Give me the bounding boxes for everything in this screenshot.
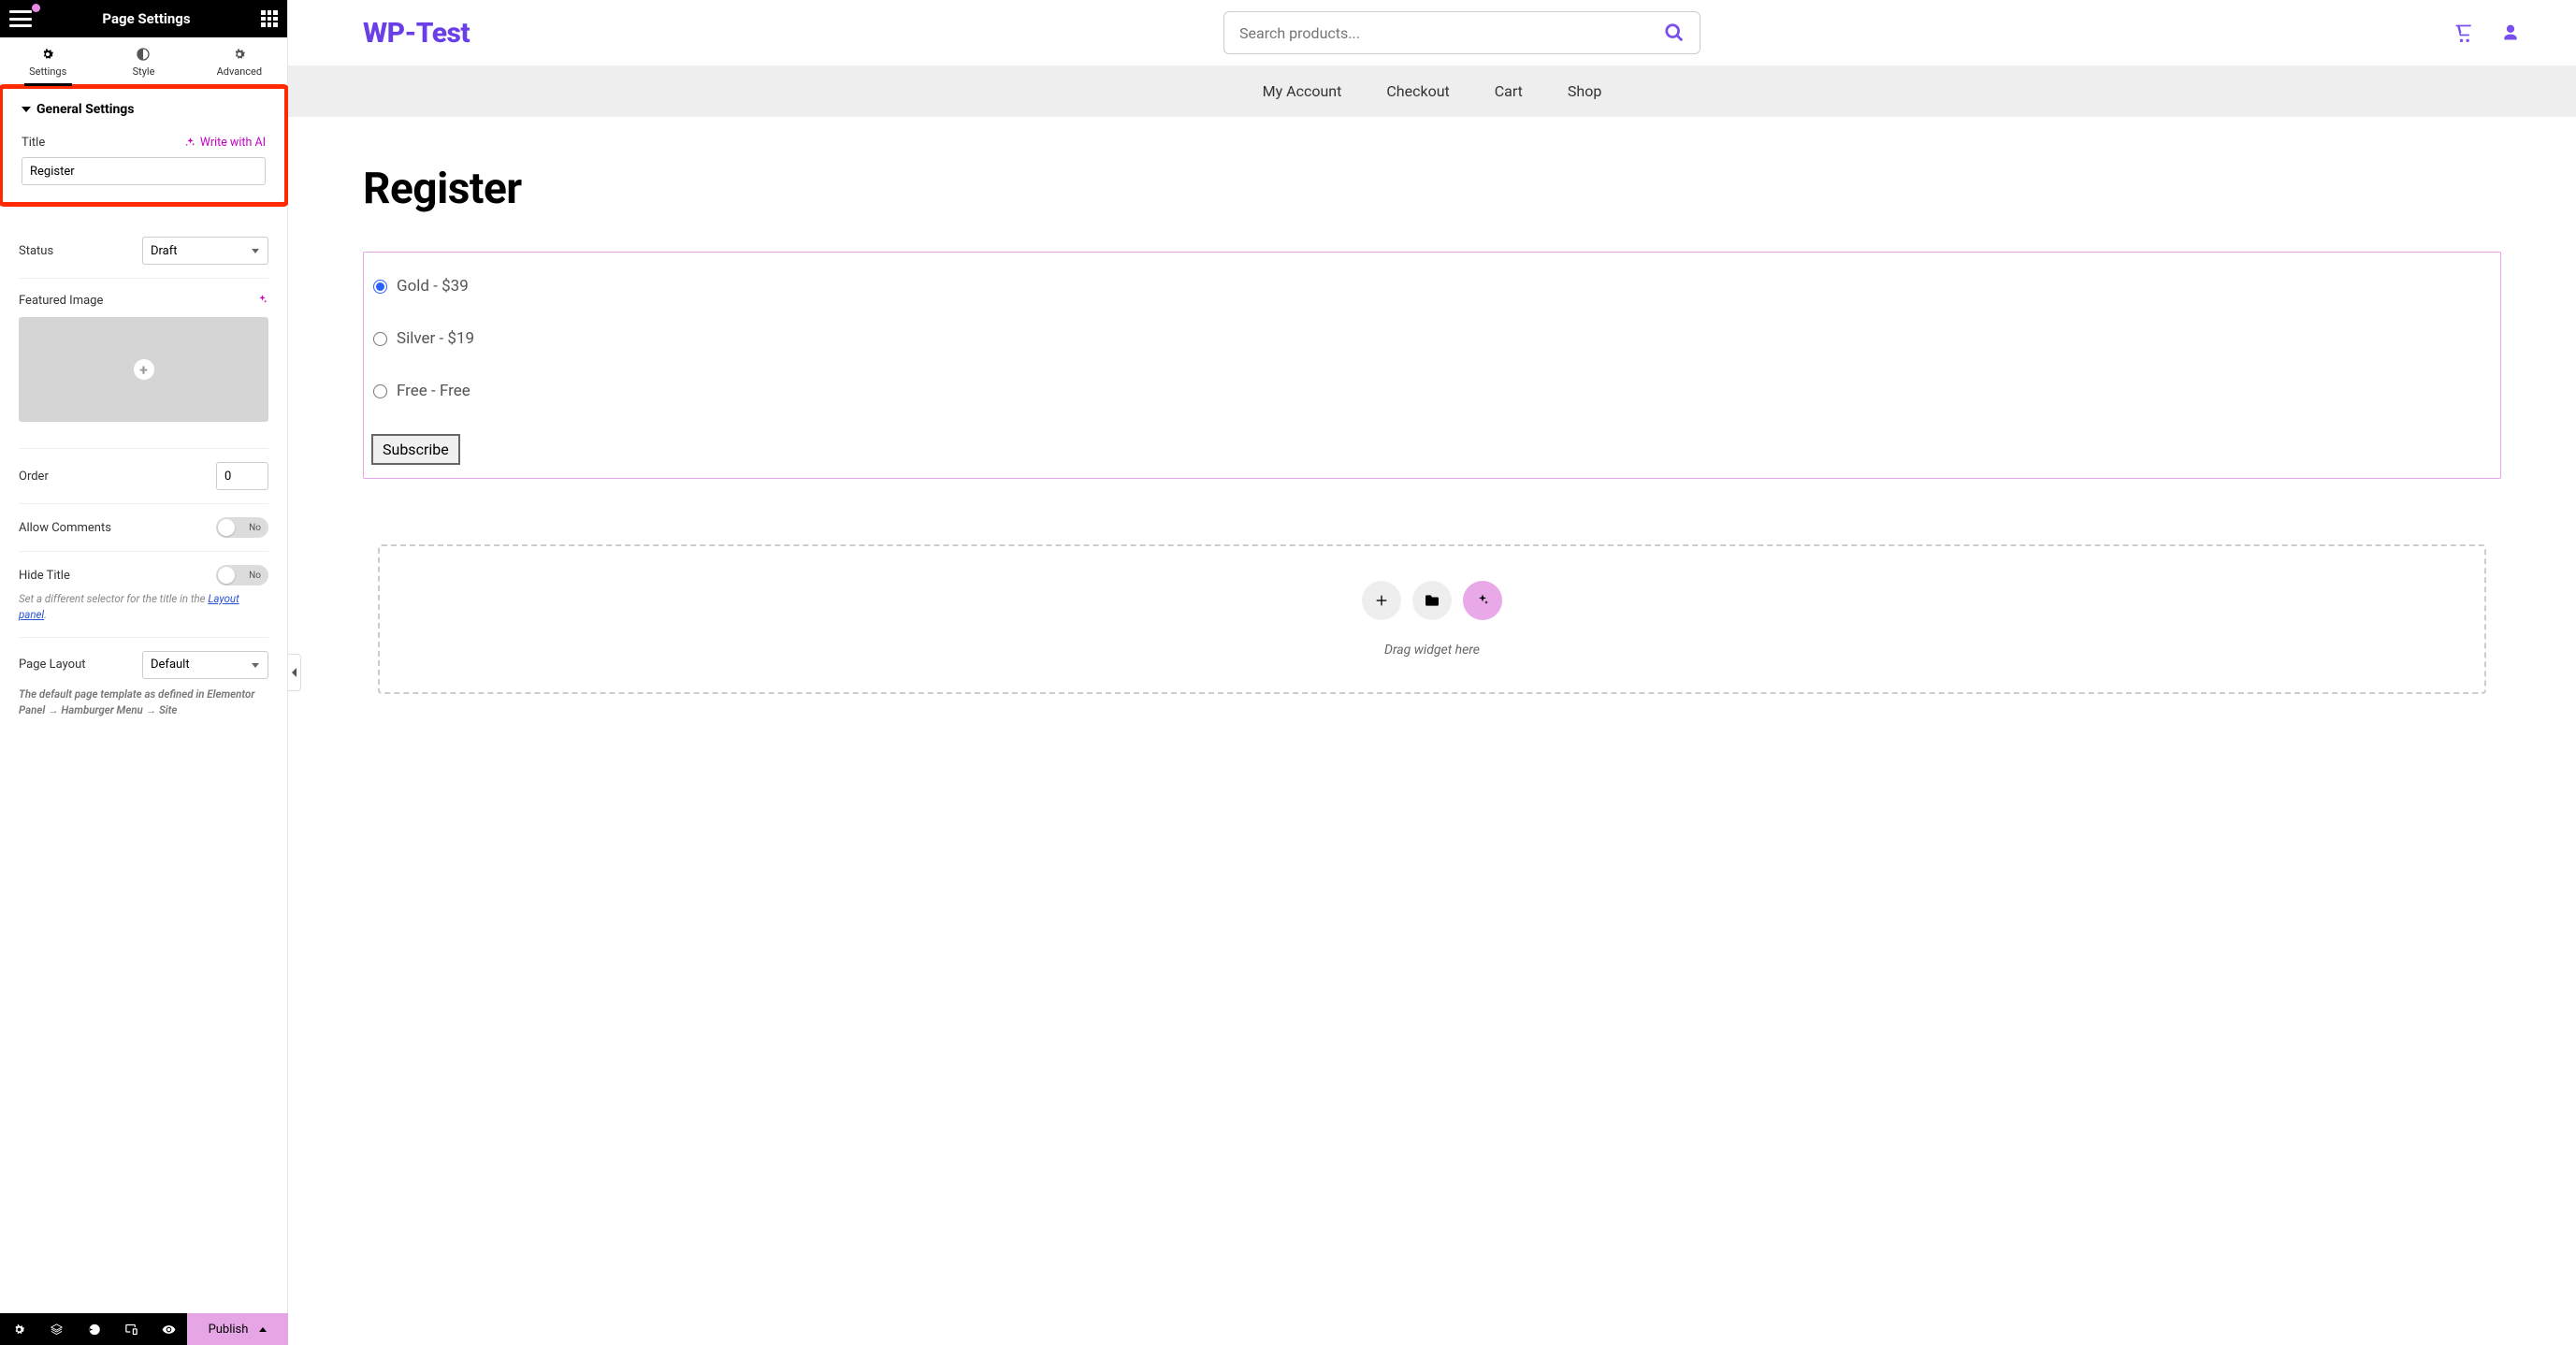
plan-gold-label: Gold - $39 bbox=[397, 277, 469, 296]
tab-advanced[interactable]: Advanced bbox=[192, 37, 287, 85]
page-layout-hint: The default page template as defined in … bbox=[19, 687, 268, 719]
footer-preview-icon[interactable] bbox=[162, 1323, 176, 1337]
drop-hint: Drag widget here bbox=[1384, 643, 1480, 658]
settings-sidebar: Page Settings Settings Style Advanced Ge… bbox=[0, 0, 288, 1345]
subscription-widget[interactable]: Gold - $39 Silver - $19 Free - Free Subs… bbox=[363, 252, 2501, 479]
drop-zone[interactable]: Drag widget here bbox=[378, 544, 2486, 694]
editor-canvas: WP-Test My Account Checkout Cart Shop Re… bbox=[288, 0, 2576, 1345]
publish-button[interactable]: Publish bbox=[187, 1313, 288, 1345]
tab-settings[interactable]: Settings bbox=[0, 37, 95, 85]
sidebar-tabs: Settings Style Advanced bbox=[0, 37, 287, 86]
footer-responsive-icon[interactable] bbox=[124, 1323, 138, 1337]
section-heading-label: General Settings bbox=[36, 102, 135, 117]
plus-icon: + bbox=[134, 359, 154, 380]
toggle-no-label: No bbox=[249, 571, 261, 581]
page-layout-select[interactable]: Default bbox=[142, 651, 268, 679]
allow-comments-label: Allow Comments bbox=[19, 521, 111, 535]
add-template-button[interactable] bbox=[1412, 581, 1452, 620]
tab-advanced-label: Advanced bbox=[217, 65, 262, 78]
hide-title-toggle[interactable]: No bbox=[216, 565, 268, 586]
cart-icon[interactable] bbox=[2454, 23, 2473, 42]
nav-cart[interactable]: Cart bbox=[1495, 82, 1523, 100]
site-header: WP-Test bbox=[288, 0, 2576, 65]
footer-settings-icon[interactable] bbox=[12, 1323, 26, 1337]
sparkle-icon bbox=[1475, 593, 1490, 608]
plan-silver-radio[interactable] bbox=[373, 332, 387, 346]
sparkle-icon bbox=[184, 137, 196, 149]
contrast-icon bbox=[136, 47, 151, 62]
page-content: Register Gold - $39 Silver - $19 Free - … bbox=[288, 117, 2576, 741]
sidebar-header: Page Settings bbox=[0, 0, 287, 37]
user-icon[interactable] bbox=[2501, 23, 2520, 42]
caret-down-icon bbox=[22, 107, 31, 112]
order-input[interactable] bbox=[216, 462, 268, 490]
nav-shop[interactable]: Shop bbox=[1568, 82, 1601, 100]
nav-checkout[interactable]: Checkout bbox=[1386, 82, 1449, 100]
write-with-ai-link[interactable]: Write with AI bbox=[184, 136, 266, 150]
toggle-no-label: No bbox=[249, 523, 261, 533]
tab-style[interactable]: Style bbox=[95, 37, 191, 85]
plus-icon bbox=[1374, 593, 1389, 608]
gear-icon bbox=[40, 47, 55, 62]
nav-my-account[interactable]: My Account bbox=[1263, 82, 1342, 100]
status-select[interactable]: Draft bbox=[142, 237, 268, 265]
plan-free-radio[interactable] bbox=[373, 384, 387, 398]
plan-silver-label: Silver - $19 bbox=[397, 329, 474, 348]
settings-panel-body: Status Draft Featured Image + Order Allo… bbox=[0, 207, 287, 1345]
plan-free-label: Free - Free bbox=[397, 382, 470, 400]
collapse-sidebar-button[interactable] bbox=[288, 654, 301, 691]
sparkle-icon bbox=[256, 294, 268, 306]
apps-grid-button[interactable] bbox=[261, 10, 278, 27]
general-settings-toggle[interactable]: General Settings bbox=[22, 102, 266, 117]
tab-settings-label: Settings bbox=[29, 65, 66, 78]
plan-silver-row[interactable]: Silver - $19 bbox=[368, 312, 2496, 365]
plan-gold-row[interactable]: Gold - $39 bbox=[368, 260, 2496, 312]
tab-style-label: Style bbox=[133, 65, 155, 78]
search-input[interactable] bbox=[1239, 24, 1664, 42]
site-nav: My Account Checkout Cart Shop bbox=[288, 65, 2576, 117]
folder-icon bbox=[1424, 594, 1440, 607]
add-ai-button[interactable] bbox=[1463, 581, 1502, 620]
status-label: Status bbox=[19, 244, 53, 258]
title-input[interactable] bbox=[22, 157, 266, 185]
hide-title-hint: Set a different selector for the title i… bbox=[19, 591, 268, 624]
add-widget-button[interactable] bbox=[1362, 581, 1401, 620]
sidebar-footer: Publish bbox=[0, 1313, 288, 1345]
sidebar-title: Page Settings bbox=[102, 10, 190, 27]
featured-image-label: Featured Image bbox=[19, 294, 103, 308]
hide-title-label: Hide Title bbox=[19, 569, 70, 583]
allow-comments-toggle[interactable]: No bbox=[216, 517, 268, 538]
order-label: Order bbox=[19, 470, 49, 484]
gear-icon bbox=[232, 47, 247, 62]
plan-gold-radio[interactable] bbox=[373, 280, 387, 294]
subscribe-button[interactable]: Subscribe bbox=[371, 434, 460, 465]
ai-link-label: Write with AI bbox=[200, 136, 266, 150]
caret-up-icon bbox=[259, 1327, 267, 1332]
highlight-annotation: General Settings Title Write with AI bbox=[0, 84, 289, 207]
hamburger-menu-button[interactable] bbox=[9, 10, 32, 27]
footer-navigator-icon[interactable] bbox=[50, 1323, 64, 1337]
featured-image-ai-icon[interactable] bbox=[256, 292, 268, 310]
plan-free-row[interactable]: Free - Free bbox=[368, 365, 2496, 417]
notification-dot-icon bbox=[32, 4, 40, 12]
search-icon[interactable] bbox=[1664, 22, 1685, 43]
footer-history-icon[interactable] bbox=[87, 1323, 101, 1337]
page-layout-label: Page Layout bbox=[19, 658, 86, 672]
title-label: Title bbox=[22, 136, 45, 150]
publish-label: Publish bbox=[209, 1323, 249, 1337]
site-logo[interactable]: WP-Test bbox=[363, 17, 470, 50]
search-bar bbox=[1223, 11, 1700, 54]
featured-image-upload[interactable]: + bbox=[19, 317, 268, 422]
page-title: Register bbox=[363, 164, 2501, 214]
